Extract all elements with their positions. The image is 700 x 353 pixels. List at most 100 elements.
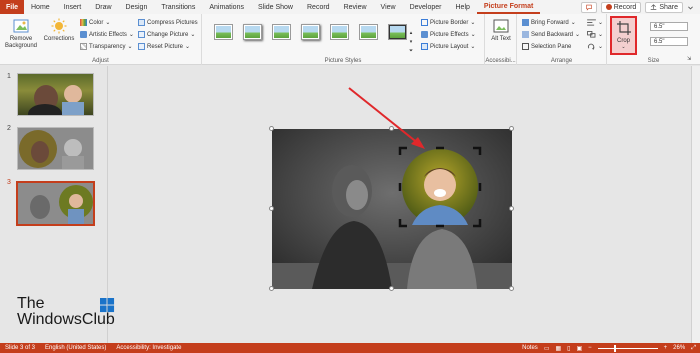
corrections-button[interactable]: Corrections bbox=[42, 18, 76, 43]
rotate-button[interactable]: ⌄ bbox=[587, 43, 603, 50]
tab-slide-show[interactable]: Slide Show bbox=[251, 0, 300, 14]
change-picture-label: Change Picture bbox=[147, 31, 189, 38]
tab-design[interactable]: Design bbox=[119, 0, 155, 14]
tab-picture-format[interactable]: Picture Format bbox=[476, 0, 541, 14]
resize-handle-top-left[interactable] bbox=[269, 126, 274, 131]
fit-to-window-icon[interactable]: ⤢ bbox=[691, 345, 696, 352]
tab-insert[interactable]: Insert bbox=[57, 0, 89, 14]
chevron-down-icon: ⌄ bbox=[470, 44, 476, 50]
remove-background-button[interactable]: Remove Background bbox=[3, 18, 39, 50]
styles-gallery-scroll[interactable]: ▴ ▾ ⏷ bbox=[409, 30, 413, 54]
status-language[interactable]: English (United States) bbox=[45, 345, 106, 351]
send-backward-button[interactable]: Send Backward ⌄ bbox=[522, 31, 580, 38]
picture-effects-icon bbox=[421, 31, 428, 38]
ribbon-options-icon[interactable] bbox=[687, 4, 694, 11]
crop-icon bbox=[616, 21, 631, 35]
group-label-adjust: Adjust bbox=[92, 58, 109, 64]
send-backward-icon bbox=[522, 31, 529, 38]
picture-effects-button[interactable]: Picture Effects ⌄ bbox=[421, 31, 476, 38]
slide-thumbnail-3[interactable] bbox=[16, 181, 95, 226]
selection-pane-label: Selection Pane bbox=[531, 43, 572, 50]
shape-height-field[interactable]: 6.5" bbox=[650, 22, 688, 31]
windows-logo-icon bbox=[100, 298, 115, 313]
notes-button[interactable]: Notes bbox=[522, 345, 538, 351]
picture-style-drop-shadow[interactable] bbox=[301, 24, 320, 40]
transparency-button[interactable]: Transparency ⌄ bbox=[80, 43, 133, 50]
bring-forward-button[interactable]: Bring Forward ⌄ bbox=[522, 19, 576, 26]
picture-effects-label: Picture Effects bbox=[430, 31, 469, 38]
zoom-out-icon[interactable]: − bbox=[588, 345, 592, 351]
zoom-in-icon[interactable]: + bbox=[664, 345, 668, 351]
slide-3-photo bbox=[30, 185, 93, 224]
tab-home[interactable]: Home bbox=[24, 0, 57, 14]
reading-view-icon[interactable]: ▯ bbox=[567, 345, 570, 352]
artistic-effects-button[interactable]: Artistic Effects ⌄ bbox=[80, 31, 134, 38]
tab-review[interactable]: Review bbox=[337, 0, 374, 14]
tab-draw[interactable]: Draw bbox=[88, 0, 118, 14]
remove-background-label: Remove Background bbox=[4, 36, 38, 49]
alt-text-icon bbox=[493, 19, 509, 33]
picture-layout-button[interactable]: Picture Layout ⌄ bbox=[421, 43, 475, 50]
tab-view[interactable]: View bbox=[374, 0, 403, 14]
resize-handle-right[interactable] bbox=[509, 206, 514, 211]
zoom-slider-thumb[interactable] bbox=[613, 344, 616, 352]
color-icon bbox=[80, 19, 87, 26]
picture-style-simple-frame[interactable] bbox=[214, 24, 233, 40]
slide-show-icon[interactable]: ▣ bbox=[576, 345, 582, 352]
chevron-down-icon: ⌄ bbox=[128, 32, 134, 38]
picture-border-icon bbox=[421, 19, 428, 26]
resize-handle-top-right[interactable] bbox=[509, 126, 514, 131]
picture-style-soft-edge[interactable] bbox=[243, 24, 262, 40]
resize-handle-bottom-right[interactable] bbox=[509, 286, 514, 291]
picture-style-beveled[interactable] bbox=[359, 24, 378, 40]
record-button[interactable]: Record bbox=[600, 1, 642, 13]
vertical-scrollbar[interactable] bbox=[691, 66, 700, 343]
picture-style-rounded[interactable] bbox=[330, 24, 349, 40]
comments-button[interactable] bbox=[580, 1, 597, 13]
shape-width-field[interactable]: 6.5" bbox=[650, 37, 688, 46]
zoom-slider[interactable] bbox=[597, 344, 658, 352]
status-accessibility[interactable]: Accessibility: Investigate bbox=[116, 345, 181, 351]
slide-thumbnail-1[interactable] bbox=[17, 73, 94, 116]
align-button[interactable]: ⌄ bbox=[587, 19, 603, 26]
resize-handle-bottom[interactable] bbox=[389, 286, 394, 291]
color-button[interactable]: Color ⌄ bbox=[80, 19, 110, 26]
tab-help[interactable]: Help bbox=[449, 0, 477, 14]
resize-handle-bottom-left[interactable] bbox=[269, 286, 274, 291]
transparency-label: Transparency bbox=[89, 43, 126, 50]
zoom-level[interactable]: 26% bbox=[673, 345, 685, 351]
picture-border-button[interactable]: Picture Border ⌄ bbox=[421, 19, 475, 26]
chevron-down-icon: ⌄ bbox=[185, 44, 191, 50]
change-picture-icon bbox=[138, 31, 145, 38]
compress-pictures-button[interactable]: Compress Pictures bbox=[138, 19, 198, 26]
change-picture-button[interactable]: Change Picture ⌄ bbox=[138, 31, 195, 38]
tab-animations[interactable]: Animations bbox=[202, 0, 251, 14]
tab-record[interactable]: Record bbox=[300, 0, 337, 14]
picture-style-reflected[interactable] bbox=[272, 24, 291, 40]
annotation-arrow bbox=[348, 87, 425, 149]
record-label: Record bbox=[613, 3, 637, 11]
size-dialog-launcher[interactable]: ⇲ bbox=[687, 56, 691, 62]
ribbon-tab-bar: File Home Insert Draw Design Transitions… bbox=[0, 0, 700, 14]
gallery-down-icon: ▾ bbox=[409, 39, 413, 45]
share-button[interactable]: Share bbox=[645, 1, 683, 13]
share-icon bbox=[651, 3, 657, 10]
color-label: Color bbox=[89, 19, 104, 26]
normal-view-icon[interactable]: ▭ bbox=[544, 345, 550, 352]
slide-thumbnail-2[interactable] bbox=[17, 127, 94, 170]
picture-style-black-frame[interactable] bbox=[388, 24, 407, 40]
slide-canvas bbox=[109, 66, 691, 343]
resize-handle-left[interactable] bbox=[269, 206, 274, 211]
tab-transitions[interactable]: Transitions bbox=[154, 0, 202, 14]
reset-picture-button[interactable]: Reset Picture ⌄ bbox=[138, 43, 190, 50]
alt-text-button[interactable]: Alt Text bbox=[489, 18, 513, 43]
selection-pane-icon bbox=[522, 43, 529, 50]
slide-2-photo bbox=[19, 130, 84, 169]
selection-pane-button[interactable]: Selection Pane bbox=[522, 43, 571, 50]
slide-sorter-icon[interactable]: ▦ bbox=[555, 345, 561, 352]
tab-developer[interactable]: Developer bbox=[403, 0, 449, 14]
group-objects-button[interactable]: ⌄ bbox=[587, 31, 603, 38]
group-label-accessibility: Accessibi... bbox=[485, 58, 516, 64]
crop-button[interactable]: Crop ⌄ bbox=[610, 16, 637, 55]
tab-file[interactable]: File bbox=[0, 0, 24, 14]
